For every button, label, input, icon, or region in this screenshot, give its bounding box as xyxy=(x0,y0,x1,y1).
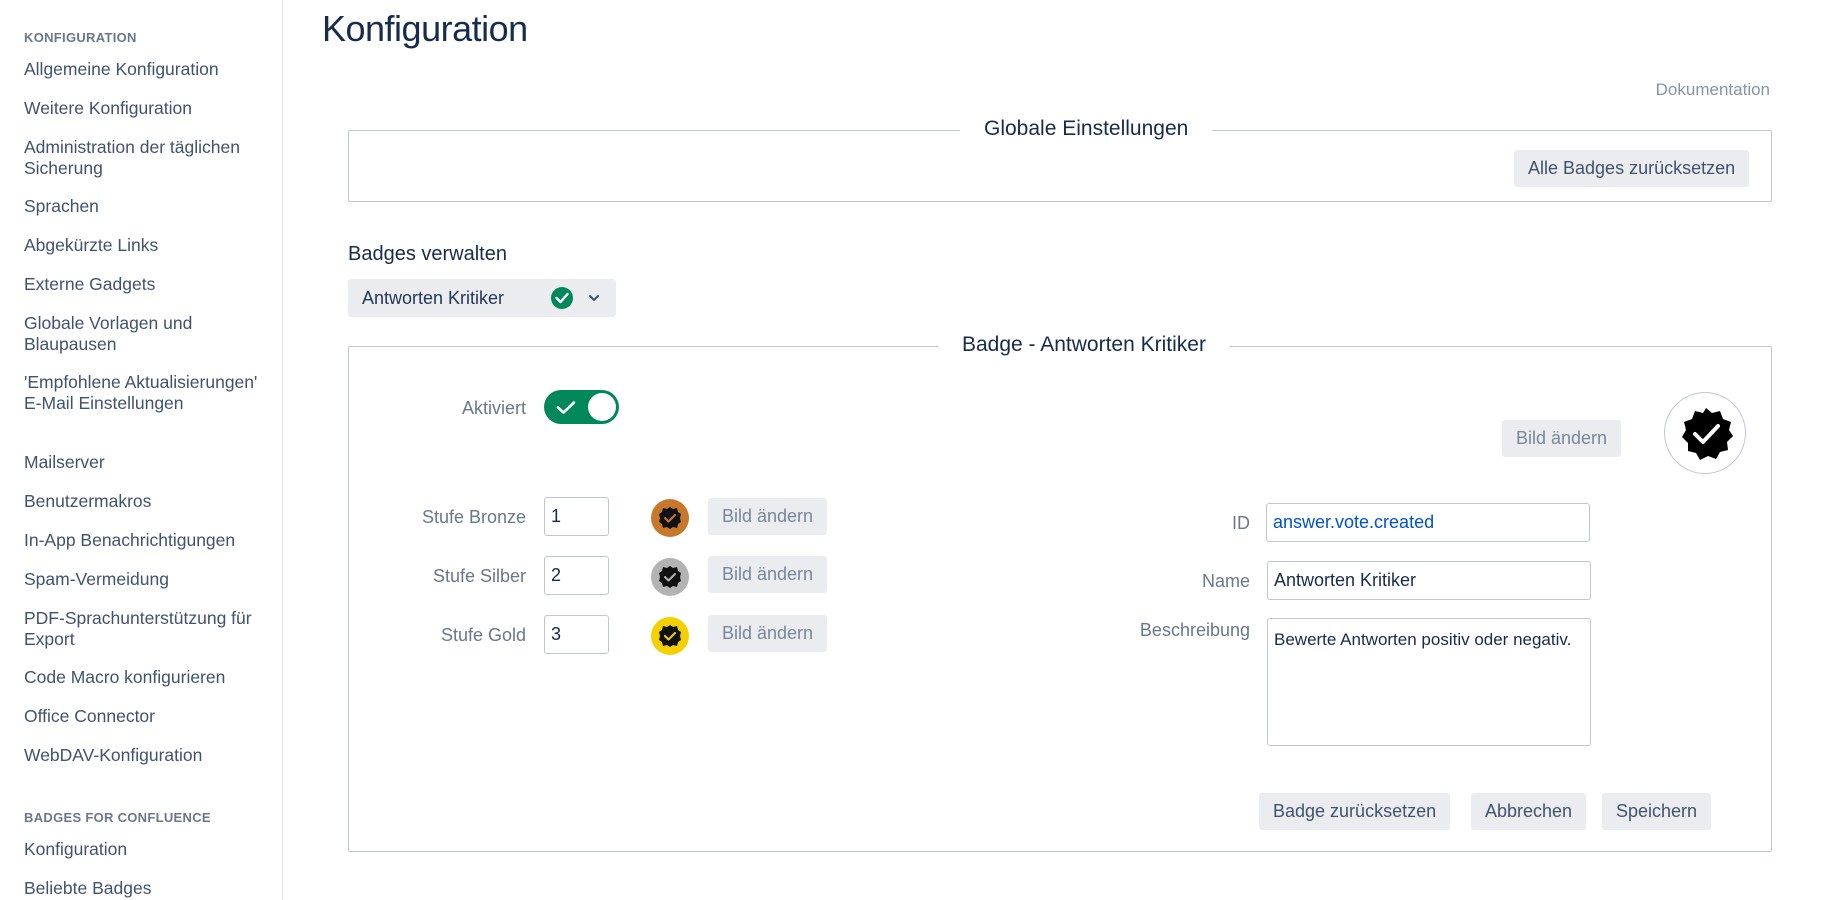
sidebar-item-benutzermakros[interactable]: Benutzermakros xyxy=(24,491,264,512)
name-field[interactable] xyxy=(1267,561,1591,600)
sidebar-item-code-macro[interactable]: Code Macro konfigurieren xyxy=(24,667,264,688)
gold-badge-icon xyxy=(651,617,689,655)
change-badge-image-button[interactable]: Bild ändern xyxy=(1502,420,1622,457)
page-title: Konfiguration xyxy=(322,8,528,49)
cancel-button[interactable]: Abbrechen xyxy=(1471,793,1587,830)
name-label: Name xyxy=(1201,571,1250,591)
save-button[interactable]: Speichern xyxy=(1602,793,1712,830)
sidebar: KONFIGURATION Allgemeine Konfiguration W… xyxy=(0,0,283,900)
toggle-knob xyxy=(588,393,616,421)
activated-check-icon xyxy=(551,287,573,309)
level-gold-input[interactable] xyxy=(544,615,609,654)
badge-select-value: Antworten Kritiker xyxy=(362,288,505,308)
silver-badge-icon xyxy=(651,558,689,596)
activated-toggle[interactable] xyxy=(544,390,619,424)
silver-change-image-button[interactable]: Bild ändern xyxy=(708,556,828,593)
sidebar-item-spam-vermeidung[interactable]: Spam-Vermeidung xyxy=(24,569,264,590)
level-silver-input[interactable] xyxy=(544,556,609,595)
level-bronze-input[interactable] xyxy=(544,497,609,536)
description-label: Beschreibung xyxy=(1139,620,1250,640)
bronze-change-image-button[interactable]: Bild ändern xyxy=(708,498,828,535)
toggle-check-icon xyxy=(556,401,576,414)
badge-select[interactable]: Antworten Kritiker xyxy=(348,279,616,317)
gold-change-image-button[interactable]: Bild ändern xyxy=(708,615,828,652)
sidebar-item-weitere-konfiguration[interactable]: Weitere Konfiguration xyxy=(24,98,264,119)
global-settings-legend: Globale Einstellungen xyxy=(960,117,1213,141)
sidebar-item-empfohlene-aktualisierungen[interactable]: 'Empfohlene Aktualisierungen' E-Mail Ein… xyxy=(24,372,264,414)
id-label: ID xyxy=(1232,513,1250,533)
sidebar-item-administration-sicherung[interactable]: Administration der täglichen Sicherung xyxy=(24,137,264,179)
badge-seal-icon xyxy=(1682,408,1733,460)
level-silver-label: Stufe Silber xyxy=(432,566,526,586)
badge-legend: Badge - Antworten Kritiker xyxy=(938,333,1230,357)
sidebar-item-externe-gadgets[interactable]: Externe Gadgets xyxy=(24,274,264,295)
sidebar-section-konfiguration: KONFIGURATION xyxy=(24,30,137,45)
sidebar-item-sprachen[interactable]: Sprachen xyxy=(24,196,264,217)
manage-badges-title: Badges verwalten xyxy=(348,243,507,265)
description-field[interactable]: Bewerte Antworten positiv oder negativ. xyxy=(1267,618,1591,746)
sidebar-item-beliebte-badges[interactable]: Beliebte Badges xyxy=(24,878,264,899)
sidebar-item-allgemeine-konfiguration[interactable]: Allgemeine Konfiguration xyxy=(24,59,264,80)
documentation-link[interactable]: Dokumentation xyxy=(1656,80,1770,100)
level-gold-label: Stufe Gold xyxy=(440,625,526,645)
sidebar-item-webdav-konfiguration[interactable]: WebDAV-Konfiguration xyxy=(24,745,264,766)
sidebar-item-pdf-sprachunterstuetzung[interactable]: PDF-Sprachunterstützung für Export xyxy=(24,608,264,650)
level-bronze-label: Stufe Bronze xyxy=(421,507,526,527)
sidebar-item-mailserver[interactable]: Mailserver xyxy=(24,452,264,473)
bronze-badge-icon xyxy=(651,499,689,537)
sidebar-item-badges-konfiguration[interactable]: Konfiguration xyxy=(24,839,264,860)
id-field[interactable] xyxy=(1266,503,1590,542)
sidebar-item-office-connector[interactable]: Office Connector xyxy=(24,706,264,727)
reset-badge-button[interactable]: Badge zurücksetzen xyxy=(1259,793,1451,830)
sidebar-item-in-app-benachrichtigungen[interactable]: In-App Benachrichtigungen xyxy=(24,530,264,551)
activated-label: Aktiviert xyxy=(461,398,526,418)
badge-image xyxy=(1664,392,1746,474)
sidebar-section-badges: BADGES FOR CONFLUENCE xyxy=(24,810,211,825)
sidebar-item-abgekuerzte-links[interactable]: Abgekürzte Links xyxy=(24,235,264,256)
chevron-down-icon xyxy=(587,291,601,310)
sidebar-item-globale-vorlagen[interactable]: Globale Vorlagen und Blaupausen xyxy=(24,313,264,355)
reset-all-badges-button[interactable]: Alle Badges zurücksetzen xyxy=(1514,150,1750,187)
